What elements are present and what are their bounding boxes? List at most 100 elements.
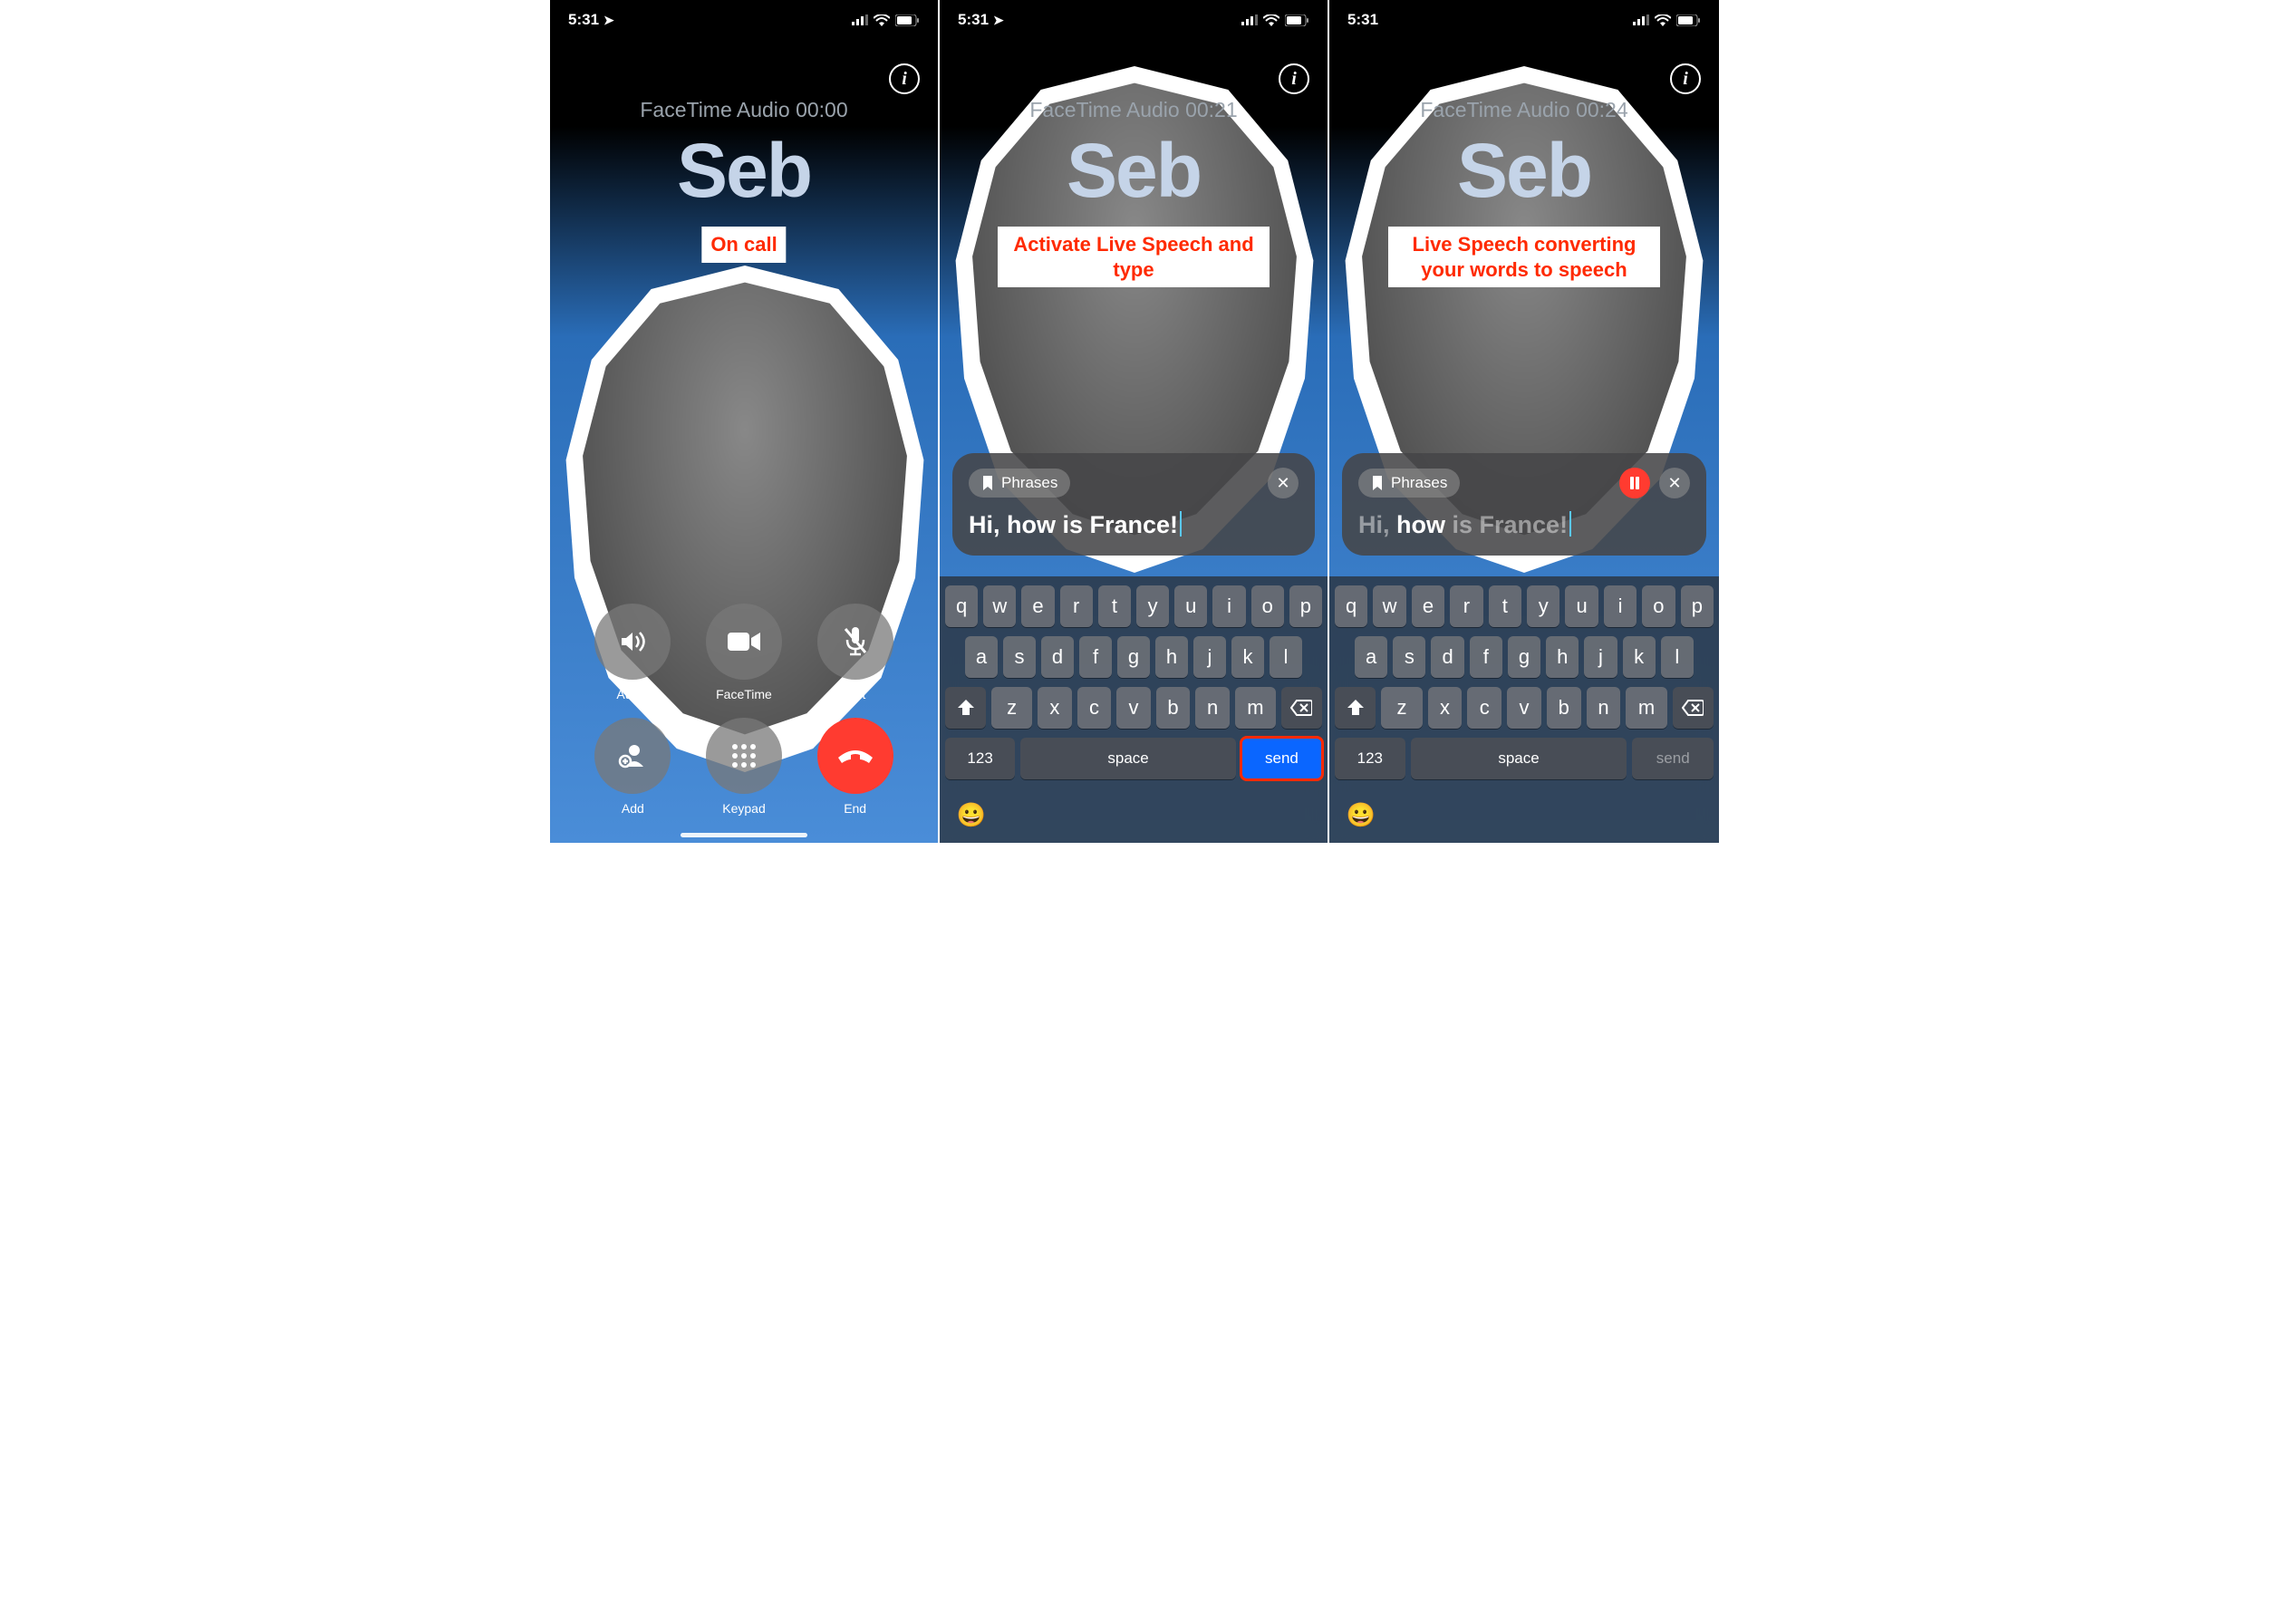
key-y[interactable]: y xyxy=(1527,585,1559,627)
key-i[interactable]: i xyxy=(1212,585,1245,627)
key-s[interactable]: s xyxy=(1003,636,1036,678)
end-button[interactable]: End xyxy=(799,718,911,816)
key-v[interactable]: v xyxy=(1116,687,1151,729)
key-k[interactable]: k xyxy=(1623,636,1656,678)
annotation-label: Live Speech converting your words to spe… xyxy=(1388,227,1660,287)
key-k[interactable]: k xyxy=(1231,636,1264,678)
backspace-icon xyxy=(1290,700,1312,716)
audio-label: Audio xyxy=(616,687,649,701)
key-b[interactable]: b xyxy=(1547,687,1581,729)
phone-screen-2: 5:31 ➤ i FaceTime Audio 00:21 Seb Activa… xyxy=(940,0,1329,843)
key-f[interactable]: f xyxy=(1470,636,1502,678)
shift-key[interactable] xyxy=(1335,687,1376,729)
key-j[interactable]: j xyxy=(1584,636,1617,678)
key-y[interactable]: y xyxy=(1136,585,1169,627)
backspace-key[interactable] xyxy=(1281,687,1322,729)
wifi-icon xyxy=(874,14,890,26)
key-z[interactable]: z xyxy=(991,687,1032,729)
key-o[interactable]: o xyxy=(1251,585,1284,627)
key-h[interactable]: h xyxy=(1155,636,1188,678)
key-z[interactable]: z xyxy=(1381,687,1422,729)
keyboard-row-4: 123 space send xyxy=(1335,738,1714,779)
key-s[interactable]: s xyxy=(1393,636,1425,678)
keyboard-row-4: 123 space send xyxy=(945,738,1322,779)
key-m[interactable]: m xyxy=(1626,687,1666,729)
close-button[interactable]: ✕ xyxy=(1268,468,1299,498)
key-o[interactable]: o xyxy=(1642,585,1675,627)
key-f[interactable]: f xyxy=(1079,636,1112,678)
key-t[interactable]: t xyxy=(1489,585,1521,627)
phrases-button[interactable]: Phrases xyxy=(1358,469,1460,498)
key-b[interactable]: b xyxy=(1156,687,1191,729)
caller-name: Seb xyxy=(550,127,938,215)
key-q[interactable]: q xyxy=(1335,585,1367,627)
send-key[interactable]: send xyxy=(1632,738,1714,779)
shift-key[interactable] xyxy=(945,687,986,729)
pause-button[interactable] xyxy=(1619,468,1650,498)
key-x[interactable]: x xyxy=(1038,687,1072,729)
status-bar: 5:31 xyxy=(1329,0,1719,40)
facetime-label: FaceTime xyxy=(716,687,772,701)
key-d[interactable]: d xyxy=(1041,636,1074,678)
info-button[interactable]: i xyxy=(889,63,920,94)
key-u[interactable]: u xyxy=(1565,585,1598,627)
key-c[interactable]: c xyxy=(1077,687,1112,729)
key-r[interactable]: r xyxy=(1060,585,1093,627)
facetime-button[interactable]: FaceTime xyxy=(689,604,800,701)
add-button[interactable]: Add xyxy=(577,718,689,816)
battery-icon xyxy=(895,14,920,26)
key-j[interactable]: j xyxy=(1193,636,1226,678)
backspace-key[interactable] xyxy=(1673,687,1714,729)
key-c[interactable]: c xyxy=(1467,687,1501,729)
key-u[interactable]: u xyxy=(1174,585,1207,627)
key-e[interactable]: e xyxy=(1021,585,1054,627)
emoji-button[interactable]: 😀 xyxy=(1346,799,1376,830)
close-button[interactable]: ✕ xyxy=(1659,468,1690,498)
close-icon: ✕ xyxy=(1276,474,1289,493)
key-q[interactable]: q xyxy=(945,585,978,627)
key-l[interactable]: l xyxy=(1270,636,1302,678)
key-l[interactable]: l xyxy=(1661,636,1694,678)
numbers-key[interactable]: 123 xyxy=(1335,738,1405,779)
key-p[interactable]: p xyxy=(1681,585,1714,627)
key-g[interactable]: g xyxy=(1508,636,1540,678)
emoji-button[interactable]: 😀 xyxy=(956,799,987,830)
key-w[interactable]: w xyxy=(983,585,1016,627)
space-key[interactable]: space xyxy=(1020,738,1236,779)
key-d[interactable]: d xyxy=(1431,636,1463,678)
info-button[interactable]: i xyxy=(1670,63,1701,94)
key-n[interactable]: n xyxy=(1195,687,1230,729)
numbers-key[interactable]: 123 xyxy=(945,738,1015,779)
home-indicator[interactable] xyxy=(681,833,807,837)
key-a[interactable]: a xyxy=(1355,636,1387,678)
keyboard: qwertyuiop asdfghjkl zxcvbnm 123 space s… xyxy=(940,576,1328,843)
mute-button[interactable]: Mut xyxy=(799,604,911,701)
phrases-button[interactable]: Phrases xyxy=(969,469,1070,498)
key-h[interactable]: h xyxy=(1546,636,1579,678)
pause-icon xyxy=(1629,477,1640,489)
end-label: End xyxy=(844,801,866,816)
live-speech-input[interactable]: Hi, how is France! xyxy=(1358,511,1690,539)
key-i[interactable]: i xyxy=(1604,585,1637,627)
key-a[interactable]: a xyxy=(965,636,998,678)
key-e[interactable]: e xyxy=(1412,585,1444,627)
key-w[interactable]: w xyxy=(1373,585,1405,627)
key-v[interactable]: v xyxy=(1507,687,1541,729)
key-p[interactable]: p xyxy=(1289,585,1322,627)
info-button[interactable]: i xyxy=(1279,63,1309,94)
key-t[interactable]: t xyxy=(1098,585,1131,627)
key-r[interactable]: r xyxy=(1450,585,1482,627)
status-bar: 5:31 ➤ xyxy=(550,0,938,40)
key-m[interactable]: m xyxy=(1235,687,1276,729)
space-key[interactable]: space xyxy=(1411,738,1627,779)
audio-button[interactable]: Audio xyxy=(577,604,689,701)
key-n[interactable]: n xyxy=(1587,687,1621,729)
emoji-icon: 😀 xyxy=(1347,801,1376,829)
key-x[interactable]: x xyxy=(1428,687,1463,729)
live-speech-input[interactable]: Hi, how is France! xyxy=(969,511,1299,539)
key-g[interactable]: g xyxy=(1117,636,1150,678)
ls-text-dim-before: Hi, xyxy=(1358,511,1396,538)
add-person-icon xyxy=(616,740,649,772)
send-key[interactable]: send xyxy=(1241,738,1322,779)
keypad-button[interactable]: Keypad xyxy=(689,718,800,816)
